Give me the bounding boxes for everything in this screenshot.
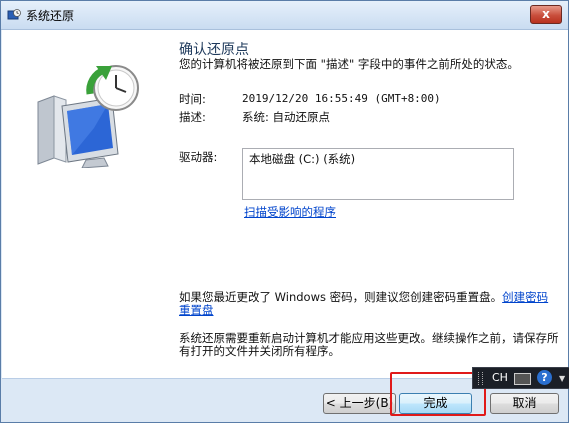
restore-computer-icon	[37, 65, 139, 168]
password-note: 如果您最近更改了 Windows 密码，则建议您创建密码重置盘。创建密码重置盘	[179, 291, 559, 317]
help-icon[interactable]: ?	[537, 370, 552, 385]
description-label: 描述:	[179, 110, 206, 124]
back-button[interactable]: < 上一步(B)	[323, 393, 396, 414]
illustration-pane	[2, 30, 164, 378]
restart-note: 系统还原需要重新启动计算机才能应用这些更改。继续操作之前，请保存所有打开的文件并…	[179, 331, 559, 358]
window-title: 系统还原	[26, 9, 75, 23]
time-label: 时间:	[179, 92, 206, 106]
system-restore-window: 系统还原 x 确认还原点 您的计算机将被还原到下面 "描述" 字段中的事件之前所…	[0, 0, 569, 423]
scan-affected-programs-link[interactable]: 扫描受影响的程序	[244, 204, 336, 220]
page-description: 您的计算机将被还原到下面 "描述" 字段中的事件之前所处的状态。	[179, 57, 519, 71]
drives-label: 驱动器:	[179, 150, 218, 164]
close-button[interactable]: x	[530, 5, 562, 24]
drive-item[interactable]: 本地磁盘 (C:) (系统)	[249, 151, 507, 167]
language-indicator[interactable]: CH	[492, 371, 508, 384]
language-bar-grip[interactable]	[478, 372, 483, 385]
title-bar[interactable]: 系统还原 x	[1, 1, 568, 30]
confirm-panel: 确认还原点 您的计算机将被还原到下面 "描述" 字段中的事件之前所处的状态。 时…	[164, 30, 568, 378]
language-bar[interactable]: CH ? ▼	[472, 367, 569, 389]
drives-list[interactable]: 本地磁盘 (C:) (系统)	[242, 148, 514, 200]
system-restore-icon	[7, 9, 21, 20]
close-icon: x	[542, 7, 550, 21]
page-title: 确认还原点	[179, 42, 249, 58]
chevron-down-icon[interactable]: ▼	[559, 374, 565, 383]
password-note-text: 如果您最近更改了 Windows 密码，则建议您创建密码重置盘。	[179, 290, 503, 304]
time-value: 2019/12/20 16:55:49 (GMT+8:00)	[242, 92, 441, 105]
cancel-button[interactable]: 取消	[490, 393, 559, 414]
keyboard-icon[interactable]	[514, 373, 531, 385]
description-value: 系统: 自动还原点	[242, 110, 331, 124]
